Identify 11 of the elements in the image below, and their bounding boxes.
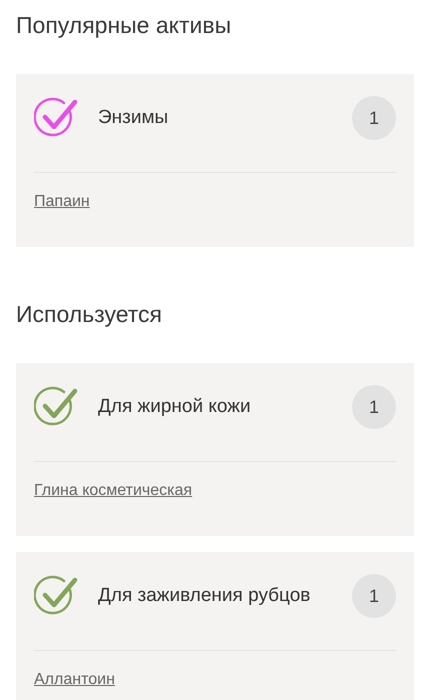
category-label: Для заживления рубцов — [98, 584, 312, 608]
section-title: Используется — [16, 300, 163, 329]
count-badge: 1 — [352, 96, 396, 140]
category-label: Энзимы — [98, 106, 170, 130]
ingredient-link[interactable]: Аллантоин — [34, 669, 115, 691]
count-badge: 1 — [352, 574, 396, 618]
count-badge: 1 — [352, 385, 396, 429]
ingredient-link[interactable]: Глина косметическая — [34, 480, 192, 502]
section-title: Популярные активы — [16, 11, 232, 40]
ingredient-link[interactable]: Папаин — [34, 191, 90, 213]
category-label: Для жирной кожи — [98, 395, 252, 419]
